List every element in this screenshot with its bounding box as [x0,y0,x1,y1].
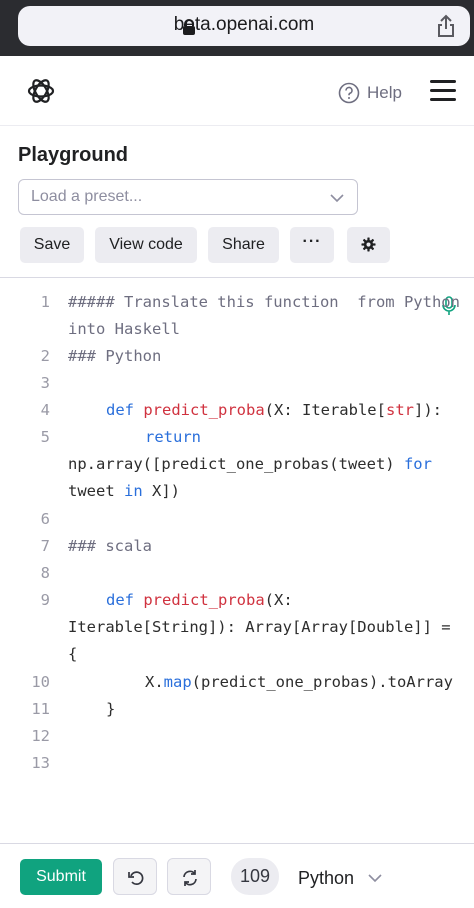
code-text: (X: [264,591,293,609]
gear-icon [361,236,376,252]
openai-logo-icon[interactable] [26,76,56,106]
settings-button[interactable] [347,227,390,263]
view-code-button[interactable]: View code [95,227,197,263]
undo-icon [128,871,144,885]
line-number: 5 [40,428,50,446]
regenerate-button[interactable] [167,858,211,895]
share-button[interactable]: Share [208,227,279,263]
submit-button[interactable]: Submit [20,859,102,895]
url-field[interactable]: beta.openai.com [18,6,470,46]
share-icon[interactable] [436,14,456,38]
code-line: ##### Translate this function from Pytho… [68,293,460,311]
language-select[interactable]: Python [298,867,382,889]
code-function: predict_proba [134,401,265,419]
code-comment: ### Python [68,347,162,365]
code-keyword: def [106,401,134,419]
more-icon: ··· [302,233,322,250]
code-function: predict_proba [134,591,265,609]
code-line: def predict_proba(X: Iterable[str]): [106,401,442,419]
line-number: 7 [40,537,50,555]
line-number: 9 [40,591,50,609]
hamburger-menu-icon[interactable] [430,80,456,102]
code-comment: ### scala [68,537,152,555]
code-type: str [385,401,414,419]
regenerate-icon [183,870,197,886]
code-text: np.array([predict_one_probas(tweet) [68,455,404,473]
footer-bar: Submit 109 Python [0,843,474,908]
undo-button[interactable] [113,858,157,895]
code-line: into Haskell [68,320,180,338]
help-button[interactable]: Help [338,80,402,106]
code-text: X]) [142,482,180,500]
code-line: np.array([predict_one_probas(tweet) for [68,455,432,473]
code-text: Iterable[String]): Array[Array[Double]] … [68,618,451,636]
prompt-editor[interactable]: 1 2 3 4 5 6 7 8 9 10 11 12 13 ##### Tran… [0,278,474,843]
code-line: ### Python [68,347,161,365]
more-options-button[interactable]: ··· [290,227,334,263]
chevron-down-icon [330,194,344,203]
save-button[interactable]: Save [20,227,84,263]
code-line: ### scala [68,537,152,555]
code-text: X. [145,673,164,691]
code-keyword: return [145,428,201,446]
code-line: X.map(predict_one_probas).toArray [145,673,453,691]
code-text: (predict_one_probas).toArray [191,673,453,691]
code-keyword: def [106,591,134,609]
code-line: } [106,700,115,718]
load-preset-dropdown[interactable]: Load a preset... [18,179,358,215]
code-text: { [68,645,78,663]
page-title: Playground [18,144,129,166]
code-line: def predict_proba(X: [106,591,293,609]
line-number: 13 [31,754,50,772]
line-number: 1 [40,293,50,311]
code-line: Iterable[String]): Array[Array[Double]] … [68,618,451,636]
url-text: beta.openai.com [173,14,315,35]
preset-placeholder: Load a preset... [31,188,143,205]
line-number: 3 [40,374,50,392]
chevron-down-icon [368,874,382,883]
code-line: return [145,428,201,446]
line-number: 4 [40,401,50,419]
code-line: { [68,645,77,663]
line-number: 8 [40,564,50,582]
help-circle-icon [338,82,360,104]
token-count-badge: 109 [231,858,279,895]
code-text: (X: Iterable[ [264,401,386,419]
code-comment: ##### Translate this function from Pytho… [68,293,460,311]
code-text: } [106,700,116,718]
code-text: tweet [68,482,124,500]
code-text: ]): [413,401,442,419]
language-label: Python [298,867,355,888]
code-line: tweet in X]) [68,482,180,500]
line-number: 10 [31,673,50,691]
code-keyword: in [124,482,143,500]
code-keyword: map [163,673,192,691]
code-keyword: for [403,455,432,473]
browser-address-bar: beta.openai.com [0,0,474,56]
line-number: 11 [31,700,50,718]
code-comment: into Haskell [68,320,180,338]
help-label: Help [367,83,402,102]
line-number: 12 [31,727,50,745]
app-header: Help [0,56,474,126]
line-number: 2 [40,347,50,365]
line-number: 6 [40,510,50,528]
